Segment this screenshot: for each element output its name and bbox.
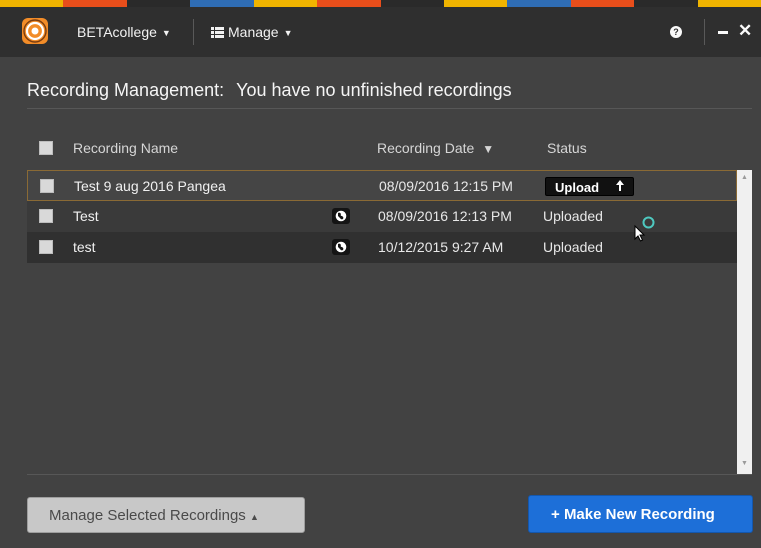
- manage-selected-label: Manage Selected Recordings: [49, 507, 246, 524]
- help-icon[interactable]: ?: [670, 26, 682, 38]
- page-title-section: Recording Management:: [27, 80, 225, 100]
- busy-cursor-icon: [633, 215, 661, 248]
- row-checkbox[interactable]: [39, 240, 53, 254]
- make-new-recording-label: Make New Recording: [563, 506, 715, 523]
- minimize-icon[interactable]: [718, 31, 728, 34]
- accent-color-strip: [0, 0, 761, 7]
- table-row[interactable]: Test 08/09/2016 12:13 PM Uploaded: [27, 201, 737, 232]
- manage-menu[interactable]: Manage ▼: [211, 24, 293, 40]
- chevron-up-icon: ▲: [249, 512, 259, 522]
- recordings-table: Test 9 aug 2016 Pangea 08/09/2016 12:15 …: [27, 170, 737, 474]
- accent-color-segment: [570, 0, 635, 7]
- plus-icon: +: [551, 506, 560, 523]
- page-title-message: You have no unfinished recordings: [236, 80, 512, 100]
- upload-button[interactable]: Upload: [545, 177, 634, 196]
- column-header-date[interactable]: Recording Date ▼: [377, 140, 494, 156]
- table-row[interactable]: test 10/12/2015 9:27 AM Uploaded: [27, 232, 737, 263]
- recording-date: 08/09/2016 12:13 PM: [378, 208, 512, 224]
- sort-descending-icon: ▼: [482, 142, 495, 156]
- accent-color-segment: [507, 0, 571, 7]
- select-all-checkbox[interactable]: [39, 141, 53, 155]
- recording-name: test: [73, 239, 96, 255]
- column-header-name[interactable]: Recording Name: [73, 140, 178, 156]
- upload-button-label: Upload: [555, 180, 600, 195]
- list-icon: [211, 25, 224, 41]
- accent-color-segment: [317, 0, 381, 7]
- row-checkbox[interactable]: [39, 209, 53, 223]
- make-new-recording-button[interactable]: + Make New Recording: [528, 495, 753, 533]
- table-header: Recording Name Recording Date ▼ Status: [27, 130, 752, 164]
- divider: [27, 108, 752, 109]
- divider: [27, 474, 752, 475]
- accent-color-segment: [380, 0, 444, 7]
- accent-color-segment: [253, 0, 318, 7]
- accent-color-segment: [443, 0, 508, 7]
- chevron-down-icon: ▼: [283, 28, 293, 38]
- recording-date: 08/09/2016 12:15 PM: [379, 178, 513, 194]
- close-icon[interactable]: ✕: [738, 22, 752, 39]
- manage-selected-recordings-button[interactable]: Manage Selected Recordings ▲: [27, 497, 305, 533]
- manage-menu-label: Manage: [228, 24, 279, 40]
- college-menu[interactable]: BETAcollege ▼: [77, 24, 171, 40]
- college-menu-label: BETAcollege: [77, 24, 157, 40]
- recording-name: Test 9 aug 2016 Pangea: [74, 178, 226, 194]
- window-controls-divider: [704, 19, 705, 45]
- arrow-up-icon: [615, 179, 625, 195]
- accent-color-segment: [63, 0, 127, 7]
- recording-name: Test: [73, 208, 99, 224]
- recorder-window: BETAcollege ▼ Manage ▼ ? ✕ Recording Manag…: [0, 0, 761, 548]
- column-header-status[interactable]: Status: [547, 140, 587, 156]
- recording-date: 10/12/2015 9:27 AM: [378, 239, 504, 255]
- accent-color-segment: [190, 0, 254, 7]
- scroll-up-icon[interactable]: ▲: [741, 174, 748, 181]
- column-header-date-label: Recording Date: [377, 140, 475, 156]
- globe-icon[interactable]: [332, 239, 350, 255]
- accent-color-segment: [697, 0, 761, 7]
- app-logo-icon[interactable]: [22, 18, 48, 44]
- globe-icon[interactable]: [332, 208, 350, 224]
- table-row[interactable]: Test 9 aug 2016 Pangea 08/09/2016 12:15 …: [27, 170, 737, 201]
- status-label: Uploaded: [543, 239, 603, 255]
- page-title: Recording Management: You have no unfinis…: [27, 80, 512, 101]
- accent-color-segment: [634, 0, 698, 7]
- accent-color-segment: [0, 0, 64, 7]
- chevron-down-icon: ▼: [161, 28, 171, 38]
- scroll-down-icon[interactable]: ▼: [741, 460, 748, 467]
- row-checkbox[interactable]: [40, 179, 54, 193]
- vertical-scrollbar[interactable]: ▲ ▼: [737, 170, 752, 474]
- title-bar: BETAcollege ▼ Manage ▼ ? ✕: [0, 7, 761, 57]
- accent-color-segment: [126, 0, 191, 7]
- menu-divider: [193, 19, 194, 45]
- status-label: Uploaded: [543, 208, 603, 224]
